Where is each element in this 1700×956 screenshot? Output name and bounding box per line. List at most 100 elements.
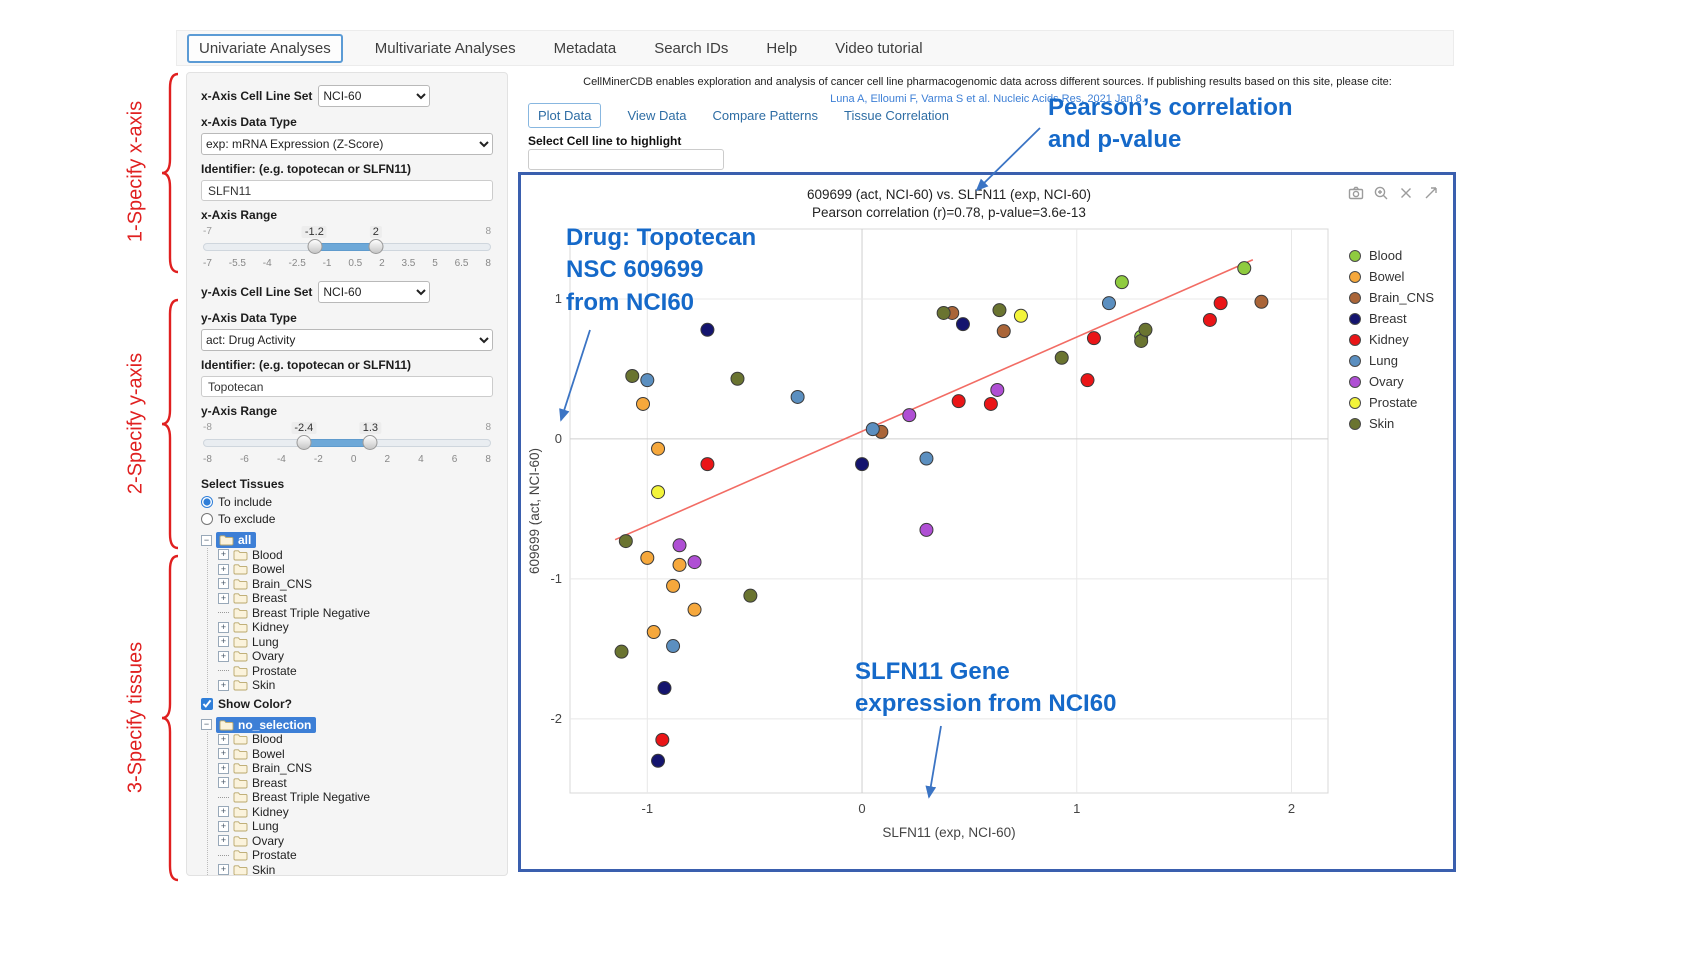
slider-handle-to[interactable] — [368, 239, 383, 254]
tree-root-no_selection[interactable]: no_selection — [216, 717, 316, 733]
x-range-slider[interactable]: -78-1.22-7-5.5-4-2.5-10.523.556.58 — [203, 226, 491, 269]
include-radio-button[interactable] — [201, 496, 213, 508]
tree-item-bowel[interactable]: +Bowel — [218, 562, 493, 577]
scatter-point-lung[interactable] — [667, 640, 680, 653]
tree-expand-icon[interactable]: + — [218, 864, 229, 875]
tree-item-breast[interactable]: +Breast — [218, 776, 493, 791]
scatter-point-skin[interactable] — [993, 304, 1006, 317]
scatter-point-bowel[interactable] — [688, 603, 701, 616]
tree-item-kidney[interactable]: +Kidney — [218, 805, 493, 820]
legend-item-bowel[interactable]: Bowel — [1349, 270, 1434, 284]
scatter-point-skin[interactable] — [615, 645, 628, 658]
scatter-point-kidney[interactable] — [1214, 297, 1227, 310]
scatter-point-bowel[interactable] — [667, 579, 680, 592]
tree-expand-icon[interactable]: + — [218, 578, 229, 589]
tree-root-all[interactable]: all — [216, 532, 256, 548]
tree-item-lung[interactable]: +Lung — [218, 635, 493, 650]
show-color-row[interactable]: Show Color? — [201, 697, 493, 711]
nav-tab-video-tutorial[interactable]: Video tutorial — [829, 35, 928, 62]
tree-expand-icon[interactable]: + — [218, 680, 229, 691]
scatter-point-breast[interactable] — [701, 323, 714, 336]
tree-item-prostate[interactable]: Prostate — [218, 848, 493, 863]
tab-compare-patterns[interactable]: Compare Patterns — [713, 108, 819, 123]
tree-expand-icon[interactable]: + — [218, 806, 229, 817]
tree-collapse-icon[interactable]: − — [201, 535, 212, 546]
scatter-point-skin[interactable] — [731, 372, 744, 385]
tree-item-breast-triple-negative[interactable]: Breast Triple Negative — [218, 606, 493, 621]
scatter-point-blood[interactable] — [1115, 276, 1128, 289]
tree-expand-icon[interactable]: + — [218, 734, 229, 745]
scatter-point-bowel[interactable] — [647, 626, 660, 639]
legend-item-brain-cns[interactable]: Brain_CNS — [1349, 291, 1434, 305]
scatter-point-kidney[interactable] — [1081, 374, 1094, 387]
tree-expand-icon[interactable]: + — [218, 651, 229, 662]
y-range-slider[interactable]: -88-2.41.3-8-6-4-202468 — [203, 422, 491, 465]
tab-tissue-correlation[interactable]: Tissue Correlation — [844, 108, 949, 123]
legend-item-skin[interactable]: Skin — [1349, 417, 1434, 431]
nav-tab-help[interactable]: Help — [760, 35, 803, 62]
nav-tab-search-ids[interactable]: Search IDs — [648, 35, 734, 62]
scatter-point-bowel[interactable] — [652, 442, 665, 455]
y-cell-line-set-select[interactable]: NCI-60 — [318, 281, 430, 303]
slider-track[interactable] — [203, 243, 491, 251]
scatter-point-skin[interactable] — [744, 589, 757, 602]
legend-item-blood[interactable]: Blood — [1349, 249, 1434, 263]
tab-plot-data[interactable]: Plot Data — [528, 103, 601, 128]
tree-expand-icon[interactable]: + — [218, 564, 229, 575]
scatter-point-bowel[interactable] — [641, 551, 654, 564]
scatter-point-breast[interactable] — [652, 754, 665, 767]
tree-expand-icon[interactable]: + — [218, 549, 229, 560]
tree-item-prostate[interactable]: Prostate — [218, 664, 493, 679]
scatter-point-bowel[interactable] — [673, 558, 686, 571]
scatter-point-lung[interactable] — [1102, 297, 1115, 310]
scatter-point-skin[interactable] — [626, 369, 639, 382]
scatter-point-ovary[interactable] — [920, 523, 933, 536]
tree-item-bowel[interactable]: +Bowel — [218, 747, 493, 762]
scatter-point-breast[interactable] — [658, 682, 671, 695]
tree-expand-icon[interactable]: + — [218, 777, 229, 788]
scatter-point-ovary[interactable] — [673, 539, 686, 552]
legend-item-prostate[interactable]: Prostate — [1349, 396, 1434, 410]
scatter-point-lung[interactable] — [791, 390, 804, 403]
legend-item-ovary[interactable]: Ovary — [1349, 375, 1434, 389]
slider-selected-bar[interactable] — [315, 243, 376, 251]
tree-expand-icon[interactable]: + — [218, 763, 229, 774]
cell-line-highlight-input[interactable] — [528, 149, 724, 170]
y-identifier-input[interactable] — [201, 376, 493, 397]
tree-item-lung[interactable]: +Lung — [218, 819, 493, 834]
slider-selected-bar[interactable] — [304, 439, 370, 447]
nav-tab-univariate-analyses[interactable]: Univariate Analyses — [187, 34, 343, 63]
show-color-checkbox[interactable] — [201, 698, 213, 710]
scatter-point-breast[interactable] — [856, 458, 869, 471]
tissues-exclude-radio[interactable]: To exclude — [201, 512, 493, 526]
x-data-type-select[interactable]: exp: mRNA Expression (Z-Score) — [201, 133, 493, 155]
scatter-point-brain-cns[interactable] — [997, 325, 1010, 338]
nav-tab-multivariate-analyses[interactable]: Multivariate Analyses — [369, 35, 522, 62]
tree-expand-icon[interactable]: + — [218, 622, 229, 633]
legend-item-kidney[interactable]: Kidney — [1349, 333, 1434, 347]
y-data-type-select[interactable]: act: Drug Activity — [201, 329, 493, 351]
tissues-include-radio[interactable]: To include — [201, 495, 493, 509]
scatter-point-bowel[interactable] — [637, 397, 650, 410]
tree-item-ovary[interactable]: +Ovary — [218, 649, 493, 664]
tree-expand-icon[interactable]: + — [218, 835, 229, 846]
scatter-point-prostate[interactable] — [1014, 309, 1027, 322]
tree-item-ovary[interactable]: +Ovary — [218, 834, 493, 849]
tree-expand-icon[interactable]: + — [218, 593, 229, 604]
scatter-point-kidney[interactable] — [1087, 332, 1100, 345]
scatter-point-prostate[interactable] — [652, 486, 665, 499]
tree-expand-icon[interactable]: + — [218, 748, 229, 759]
tree-item-brain-cns[interactable]: +Brain_CNS — [218, 761, 493, 776]
scatter-point-kidney[interactable] — [701, 458, 714, 471]
tree-item-skin[interactable]: +Skin — [218, 678, 493, 693]
nav-tab-metadata[interactable]: Metadata — [548, 35, 623, 62]
scatter-point-ovary[interactable] — [991, 383, 1004, 396]
scatter-point-blood[interactable] — [1238, 262, 1251, 275]
x-identifier-input[interactable] — [201, 180, 493, 201]
tab-view-data[interactable]: View Data — [627, 108, 686, 123]
scatter-point-kidney[interactable] — [656, 733, 669, 746]
scatter-point-skin[interactable] — [619, 535, 632, 548]
tree-item-blood[interactable]: +Blood — [218, 732, 493, 747]
scatter-point-breast[interactable] — [956, 318, 969, 331]
scatter-point-lung[interactable] — [866, 423, 879, 436]
